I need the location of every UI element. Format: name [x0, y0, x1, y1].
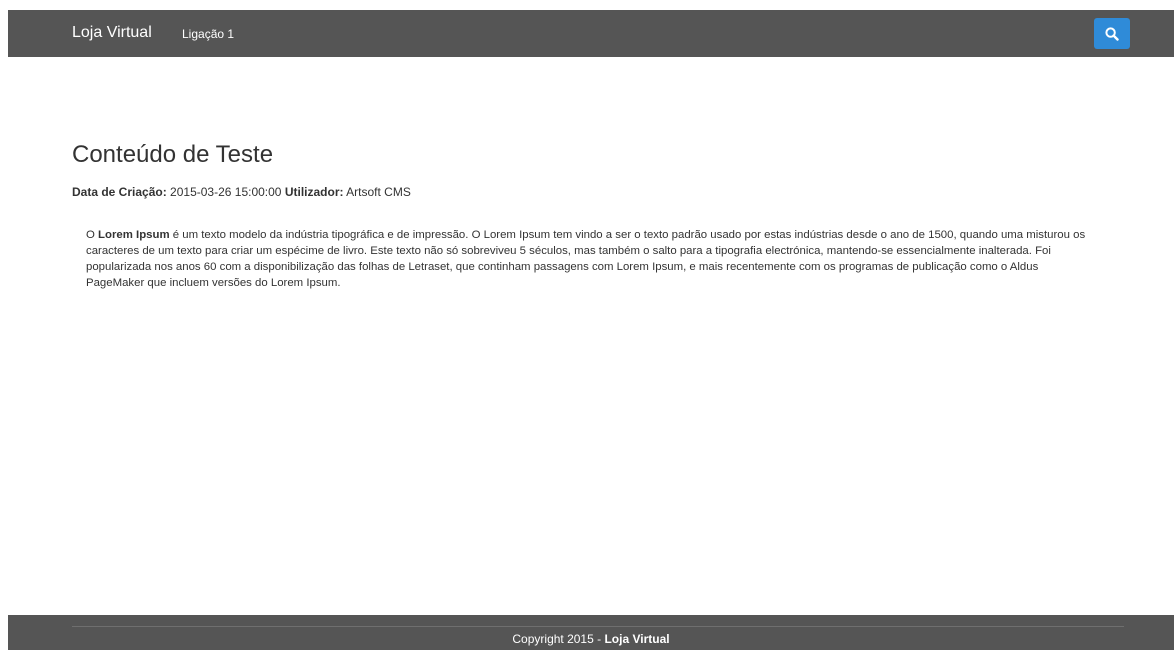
footer-brand: Loja Virtual [604, 632, 670, 646]
footer-copyright: Copyright 2015 - Loja Virtual [8, 632, 1174, 646]
top-navbar: Loja Virtual Ligação 1 [8, 10, 1174, 57]
paragraph-strong: Lorem Ipsum [98, 229, 170, 241]
page-frame: Loja Virtual Ligação 1 Conteúdo de Teste… [8, 10, 1174, 650]
search-button[interactable] [1094, 18, 1130, 49]
copyright-text: Copyright 2015 - [512, 632, 602, 646]
content-paragraph: O Lorem Ipsum é um texto modelo da indús… [86, 227, 1086, 291]
nav-link-ligacao-1[interactable]: Ligação 1 [182, 27, 234, 41]
page-title: Conteúdo de Teste [72, 141, 274, 168]
created-value: 2015-03-26 15:00:00 [170, 185, 282, 199]
footer-divider [72, 626, 1124, 627]
created-label: Data de Criação: [72, 185, 167, 199]
brand-link[interactable]: Loja Virtual [72, 24, 152, 42]
paragraph-prefix: O [86, 229, 95, 241]
user-label: Utilizador: [284, 185, 344, 199]
content-meta: Data de Criação: 2015-03-26 15:00:00 Uti… [72, 185, 411, 200]
page-footer: Copyright 2015 - Loja Virtual [8, 615, 1174, 650]
paragraph-text: é um texto modelo da indústria tipográfi… [86, 229, 1086, 289]
search-icon [1105, 27, 1119, 41]
user-value: Artsoft CMS [346, 185, 411, 199]
